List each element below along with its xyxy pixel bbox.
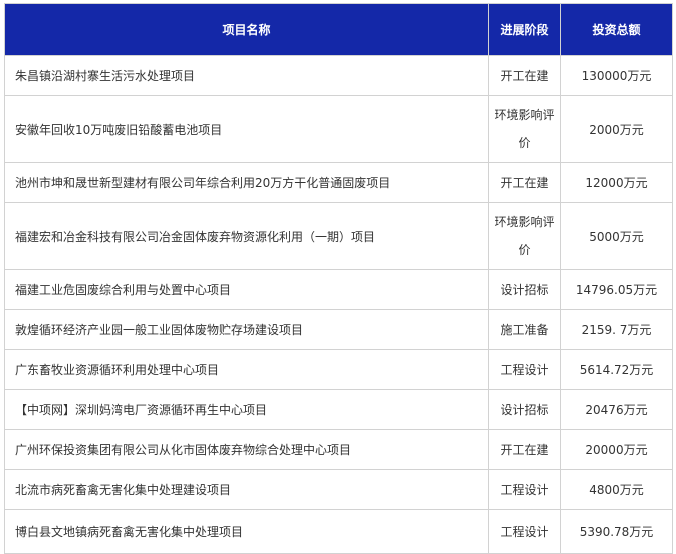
- amount-cell: 20476万元: [560, 389, 673, 430]
- page: 项目名称 进展阶段 投资总额 朱昌镇沿湖村寨生活污水处理项目 开工在建 1300…: [0, 0, 676, 554]
- project-name-cell: 福建宏和冶金科技有限公司冶金固体废弃物资源化利用（一期）项目: [4, 202, 489, 270]
- amount-cell: 12000万元: [560, 162, 673, 203]
- stage-cell: 设计招标: [488, 389, 561, 430]
- project-table: 项目名称 进展阶段 投资总额 朱昌镇沿湖村寨生活污水处理项目 开工在建 1300…: [4, 3, 673, 554]
- project-name-cell: 博白县文地镇病死畜禽无害化集中处理项目: [4, 509, 489, 554]
- project-name-cell: 安徽年回收10万吨废旧铅酸蓄电池项目: [4, 95, 489, 163]
- stage-cell: 环境影响评价: [488, 202, 561, 270]
- amount-cell: 14796.05万元: [560, 269, 673, 310]
- project-name-cell: 福建工业危固废综合利用与处置中心项目: [4, 269, 489, 310]
- amount-cell: 2000万元: [560, 95, 673, 163]
- amount-cell: 20000万元: [560, 429, 673, 470]
- table-row: 博白县文地镇病死畜禽无害化集中处理项目 工程设计 5390.78万元: [4, 509, 673, 554]
- table-row: 安徽年回收10万吨废旧铅酸蓄电池项目 环境影响评价 2000万元: [4, 95, 673, 163]
- project-name-cell: 池州市坤和晟世新型建材有限公司年综合利用20万方干化普通固废项目: [4, 162, 489, 203]
- project-name-cell: 朱昌镇沿湖村寨生活污水处理项目: [4, 55, 489, 96]
- table-row: 朱昌镇沿湖村寨生活污水处理项目 开工在建 130000万元: [4, 55, 673, 96]
- stage-cell: 工程设计: [488, 469, 561, 510]
- stage-cell: 工程设计: [488, 349, 561, 390]
- amount-cell: 4800万元: [560, 469, 673, 510]
- stage-cell: 环境影响评价: [488, 95, 561, 163]
- amount-cell: 5390.78万元: [560, 509, 673, 554]
- header-investment-total: 投资总额: [560, 3, 673, 56]
- stage-cell: 设计招标: [488, 269, 561, 310]
- table-header-row: 项目名称 进展阶段 投资总额: [4, 3, 673, 56]
- project-name-cell: 广州环保投资集团有限公司从化市固体废弃物综合处理中心项目: [4, 429, 489, 470]
- header-progress-stage: 进展阶段: [488, 3, 561, 56]
- table-row: 福建工业危固废综合利用与处置中心项目 设计招标 14796.05万元: [4, 269, 673, 310]
- table-row: 福建宏和冶金科技有限公司冶金固体废弃物资源化利用（一期）项目 环境影响评价 50…: [4, 202, 673, 270]
- stage-cell: 施工准备: [488, 309, 561, 350]
- header-project-name: 项目名称: [4, 3, 489, 56]
- stage-cell: 开工在建: [488, 55, 561, 96]
- stage-cell: 开工在建: [488, 162, 561, 203]
- project-name-cell: 广东畜牧业资源循环利用处理中心项目: [4, 349, 489, 390]
- table-row: 【中项网】深圳妈湾电厂资源循环再生中心项目 设计招标 20476万元: [4, 389, 673, 430]
- amount-cell: 5000万元: [560, 202, 673, 270]
- table-row: 池州市坤和晟世新型建材有限公司年综合利用20万方干化普通固废项目 开工在建 12…: [4, 162, 673, 203]
- stage-cell: 工程设计: [488, 509, 561, 554]
- project-name-cell: 北流市病死畜禽无害化集中处理建设项目: [4, 469, 489, 510]
- project-name-cell: 【中项网】深圳妈湾电厂资源循环再生中心项目: [4, 389, 489, 430]
- table-row: 北流市病死畜禽无害化集中处理建设项目 工程设计 4800万元: [4, 469, 673, 510]
- amount-cell: 2159. 7万元: [560, 309, 673, 350]
- stage-cell: 开工在建: [488, 429, 561, 470]
- table-row: 广州环保投资集团有限公司从化市固体废弃物综合处理中心项目 开工在建 20000万…: [4, 429, 673, 470]
- amount-cell: 5614.72万元: [560, 349, 673, 390]
- table-row: 敦煌循环经济产业园一般工业固体废物贮存场建设项目 施工准备 2159. 7万元: [4, 309, 673, 350]
- amount-cell: 130000万元: [560, 55, 673, 96]
- project-name-cell: 敦煌循环经济产业园一般工业固体废物贮存场建设项目: [4, 309, 489, 350]
- table-row: 广东畜牧业资源循环利用处理中心项目 工程设计 5614.72万元: [4, 349, 673, 390]
